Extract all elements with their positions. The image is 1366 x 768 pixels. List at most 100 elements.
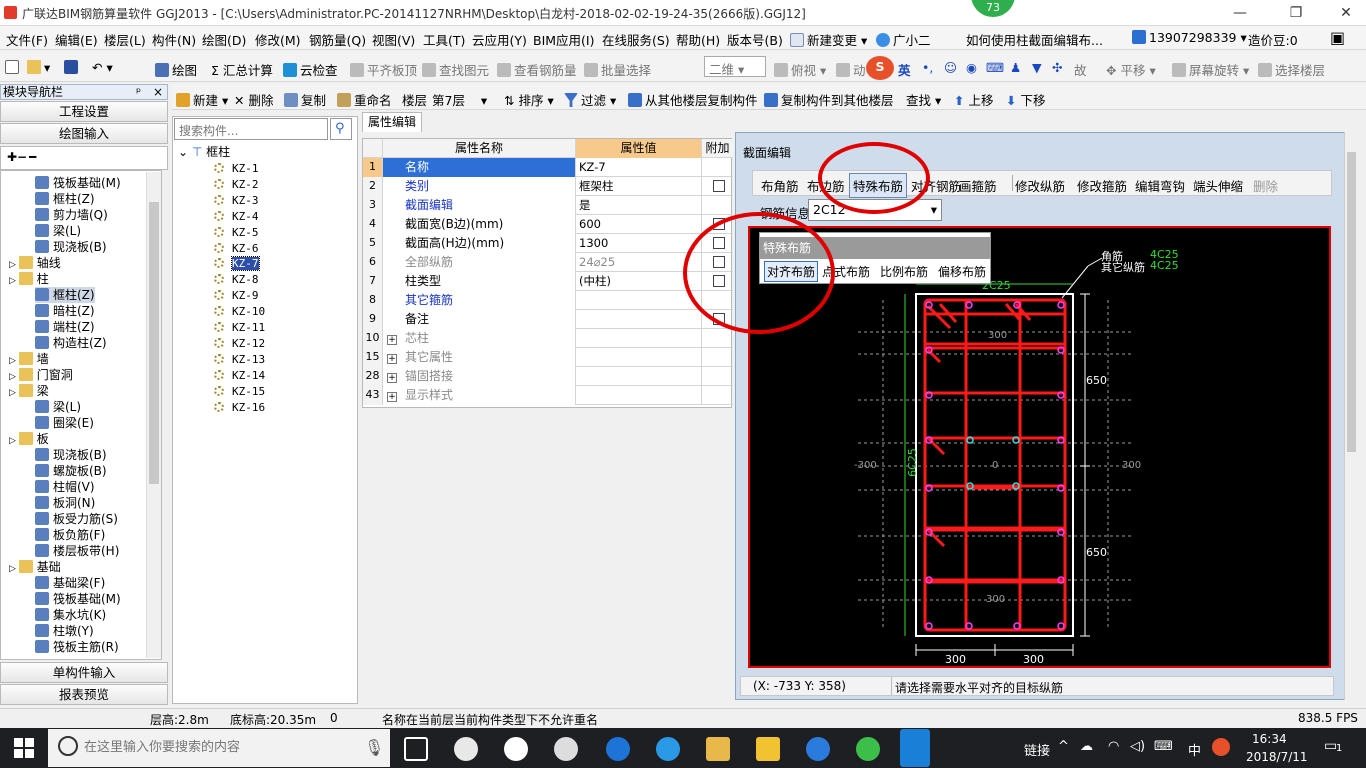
ie-icon[interactable] [504, 737, 528, 761]
menu-bim[interactable]: BIM应用(I) [533, 30, 595, 49]
windows-start-icon[interactable] [14, 738, 34, 758]
cloud-check-button[interactable]: 云检查 [283, 60, 338, 79]
menu-file[interactable]: 文件(F) [6, 30, 48, 49]
user-account[interactable]: 13907298339 ▾ [1132, 30, 1247, 45]
property-extra[interactable] [702, 348, 733, 367]
expand-plus-icon[interactable]: + [387, 354, 397, 364]
report-preview-button[interactable]: 报表预览 [0, 684, 168, 705]
select-floor-button[interactable]: 选择楼层 [1258, 60, 1325, 79]
property-value[interactable]: KZ-7 [576, 158, 702, 177]
active-app-icon[interactable] [900, 729, 930, 767]
minimize-icon[interactable]: — [1230, 3, 1250, 23]
nav-item[interactable]: 框柱(Z) [35, 287, 95, 303]
nav-item[interactable]: 螺旋板(B) [35, 463, 107, 479]
nav-item[interactable]: 现浇板(B) [35, 447, 107, 463]
notes-icon[interactable] [756, 737, 780, 761]
property-extra[interactable] [702, 386, 733, 405]
property-value[interactable] [576, 329, 702, 348]
menu-help[interactable]: 帮助(H) [676, 30, 720, 49]
copy-button[interactable]: 复制 [284, 90, 326, 109]
nav-item[interactable]: 柱墩(Y) [35, 623, 94, 639]
nav-item[interactable]: 端柱(Z) [35, 319, 95, 335]
delete-button[interactable]: ✕ 删除 [234, 90, 273, 109]
menu-tools[interactable]: 工具(T) [423, 30, 465, 49]
wifi-icon[interactable]: ◠ [1108, 739, 1119, 754]
filter-button[interactable]: 过滤 ▾ [564, 90, 616, 109]
nav-scroll-thumb[interactable] [149, 202, 159, 484]
clock-date[interactable]: 2018/7/11 [1246, 750, 1308, 764]
tray-arrow-icon[interactable]: ^ [1058, 739, 1069, 754]
menu-cloud[interactable]: 云应用(Y) [472, 30, 527, 49]
find-button[interactable]: 查找 ▾ [906, 90, 941, 109]
nav-item[interactable]: 基础梁(F) [35, 575, 105, 591]
section-tool-5[interactable]: 画箍筋 [959, 176, 997, 195]
property-extra[interactable] [702, 177, 733, 196]
single-component-input-button[interactable]: 单构件输入 [0, 662, 168, 683]
undo-icon[interactable]: ↶ ▾ [92, 60, 113, 75]
file-explorer-icon[interactable] [706, 737, 730, 761]
collapse-all-icon[interactable]: ━ [29, 150, 36, 164]
align-slab-button[interactable]: 平齐板顶 [350, 60, 417, 79]
tab-property-edit[interactable]: 属性编辑 [362, 112, 422, 132]
nav-item[interactable]: 梁(L) [35, 399, 81, 415]
nav-folder[interactable]: ▷ 柱 [9, 271, 49, 287]
property-row[interactable]: 10 + 芯柱 [363, 329, 733, 348]
nav-item[interactable]: 筏板基础(M) [35, 591, 121, 607]
copy-from-floor-button[interactable]: 从其他楼层复制构件 [628, 90, 758, 109]
move-up-button[interactable]: ⬆ 上移 [954, 90, 993, 109]
nav-item[interactable]: 板洞(N) [35, 495, 95, 511]
ime-lang-toggle[interactable]: 英 [898, 60, 911, 79]
sogou-ime-icon[interactable]: S [866, 56, 894, 80]
property-value[interactable]: 600 [576, 215, 702, 234]
property-extra[interactable] [702, 367, 733, 386]
pin-icon[interactable]: ᵖ [136, 85, 141, 99]
tree-root-column[interactable]: ⌄ ⊤ 框柱 [178, 145, 230, 160]
fault-button[interactable]: 故 [1074, 60, 1087, 79]
close-panel-icon[interactable]: × [153, 85, 163, 99]
close-icon[interactable]: ✕ [1336, 3, 1356, 23]
menu-version[interactable]: 版本号(B) [727, 30, 783, 49]
new-component-button[interactable]: 新建 ▾ [176, 90, 228, 109]
component-item[interactable]: KZ-8 [214, 272, 259, 287]
property-row[interactable]: 28 + 锚固搭接 [363, 367, 733, 386]
component-item[interactable]: KZ-5 [214, 225, 259, 240]
component-item[interactable]: KZ-13 [214, 352, 265, 367]
nav-folder[interactable]: ▷ 轴线 [9, 255, 61, 271]
find-element-button[interactable]: 查找图元 [422, 60, 489, 79]
sort-button[interactable]: ⇅ 排序 ▾ [504, 90, 554, 109]
nav-item[interactable]: 构造柱(Z) [35, 335, 107, 351]
section-tool-8[interactable]: 编辑弯钩 [1135, 176, 1185, 195]
nav-item[interactable]: 筏板主筋(R) [35, 639, 119, 655]
expand-arrow-icon[interactable]: ▷ [9, 388, 19, 398]
view-mode-select[interactable]: 二维 ▾ [704, 56, 766, 77]
open-folder-icon[interactable]: ▾ [27, 60, 50, 75]
new-file-icon[interactable] [5, 60, 22, 75]
nav-item[interactable]: 框柱(Z) [35, 191, 95, 207]
microphone-icon[interactable]: 🎙 [364, 738, 384, 757]
expand-arrow-icon[interactable]: ▷ [9, 436, 19, 446]
nav-folder[interactable]: ▷ 基础 [9, 559, 61, 575]
sogou-tray-icon[interactable] [1212, 738, 1230, 756]
nav-folder[interactable]: ▷ 梁 [9, 383, 49, 399]
property-row[interactable]: 3 截面编辑是 [363, 196, 733, 215]
ime-indicator[interactable]: 中 [1188, 740, 1201, 759]
draw-button[interactable]: 绘图 [155, 60, 197, 79]
component-item[interactable]: KZ-4 [214, 209, 259, 224]
component-item[interactable]: KZ-6 [214, 241, 259, 256]
component-item[interactable]: KZ-10 [214, 304, 265, 319]
ime-punct-icon[interactable]: •, [922, 60, 933, 75]
task-view-icon[interactable] [404, 737, 428, 761]
menu-draw[interactable]: 绘图(D) [202, 30, 246, 49]
property-value[interactable]: 是 [576, 196, 702, 215]
expand-plus-icon[interactable]: + [387, 373, 397, 383]
expand-arrow-icon[interactable]: ▷ [9, 276, 19, 286]
menu-online[interactable]: 在线服务(S) [602, 30, 670, 49]
nav-item[interactable]: 柱帽(V) [35, 479, 95, 495]
rename-button[interactable]: 重命名 [337, 90, 392, 109]
nav-item[interactable]: 筏板基础(M) [35, 175, 121, 191]
component-item[interactable]: KZ-2 [214, 177, 259, 192]
cloud-icon[interactable]: ☁ [1080, 739, 1093, 754]
restore-icon[interactable]: ❐ [1286, 3, 1306, 23]
search-icon[interactable]: ⚲ [330, 118, 352, 140]
component-item[interactable]: KZ-7 [214, 256, 260, 272]
